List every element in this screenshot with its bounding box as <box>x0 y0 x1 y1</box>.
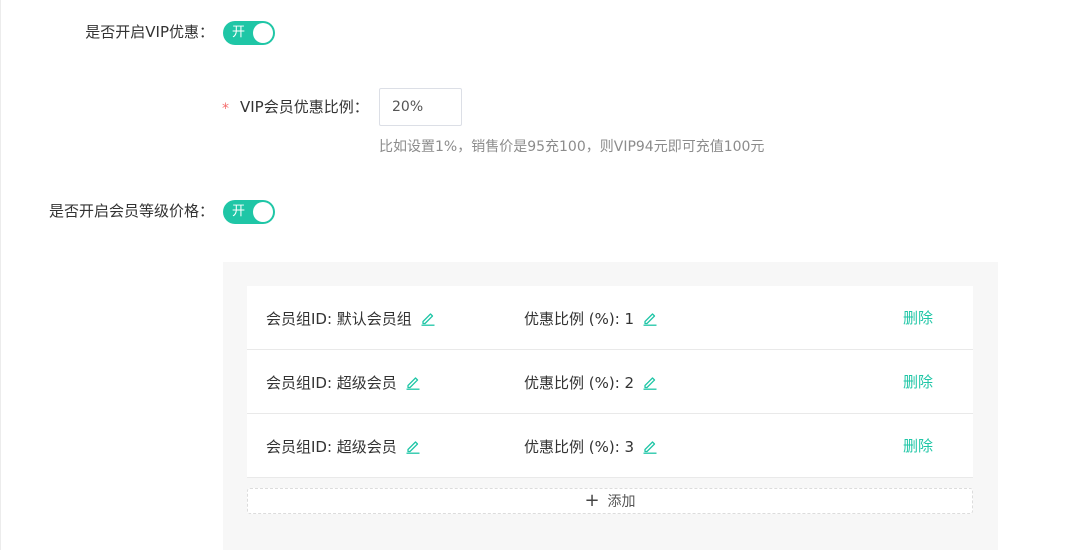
member-level-price-label: 是否开启会员等级价格： <box>48 202 214 220</box>
member-group-id-text: 会员组ID: 超级会员 <box>266 437 397 456</box>
member-group-id-cell: 会员组ID: 超级会员 <box>266 350 421 414</box>
edit-icon[interactable] <box>420 310 436 326</box>
table-row: 会员组ID: 默认会员组 优惠比例 (%): 1 删除 <box>247 286 973 350</box>
plus-icon: + <box>584 490 600 511</box>
page-edge <box>0 0 1 550</box>
vip-discount-label: 是否开启VIP优惠： <box>85 23 214 41</box>
member-group-list: 会员组ID: 默认会员组 优惠比例 (%): 1 删除 会员组ID: 超级会员 <box>247 286 973 478</box>
switch-text: 开 <box>232 25 246 40</box>
edit-icon[interactable] <box>405 438 421 454</box>
discount-ratio-cell: 优惠比例 (%): 3 <box>524 414 658 478</box>
required-mark: * <box>222 101 229 117</box>
add-member-group-button[interactable]: + 添加 <box>247 488 973 514</box>
discount-ratio-text: 优惠比例 (%): 2 <box>524 373 635 392</box>
vip-ratio-label: VIP会员优惠比例： <box>240 98 369 116</box>
vip-ratio-help-text: 比如设置1%，销售价是95充100，则VIP94元即可充值100元 <box>379 139 765 155</box>
member-group-id-text: 会员组ID: 默认会员组 <box>266 309 412 328</box>
table-row: 会员组ID: 超级会员 优惠比例 (%): 3 删除 <box>247 414 973 478</box>
switch-knob <box>253 23 273 43</box>
add-button-label: 添加 <box>607 494 636 510</box>
table-row: 会员组ID: 超级会员 优惠比例 (%): 2 删除 <box>247 350 973 414</box>
delete-button[interactable]: 删除 <box>903 286 933 350</box>
vip-discount-switch[interactable]: 开 <box>223 21 275 45</box>
discount-ratio-cell: 优惠比例 (%): 1 <box>524 286 658 350</box>
discount-ratio-cell: 优惠比例 (%): 2 <box>524 350 658 414</box>
edit-icon[interactable] <box>642 438 658 454</box>
delete-button[interactable]: 删除 <box>903 414 933 478</box>
delete-button[interactable]: 删除 <box>903 350 933 414</box>
discount-ratio-text: 优惠比例 (%): 1 <box>524 309 635 328</box>
switch-knob <box>253 202 273 222</box>
switch-text: 开 <box>232 204 246 219</box>
member-group-id-text: 会员组ID: 超级会员 <box>266 373 397 392</box>
member-group-id-cell: 会员组ID: 超级会员 <box>266 414 421 478</box>
edit-icon[interactable] <box>642 374 658 390</box>
discount-ratio-text: 优惠比例 (%): 3 <box>524 437 635 456</box>
edit-icon[interactable] <box>642 310 658 326</box>
member-level-price-switch[interactable]: 开 <box>223 200 275 224</box>
member-group-id-cell: 会员组ID: 默认会员组 <box>266 286 436 350</box>
vip-ratio-input[interactable] <box>379 88 462 126</box>
edit-icon[interactable] <box>405 374 421 390</box>
member-group-panel: 会员组ID: 默认会员组 优惠比例 (%): 1 删除 会员组ID: 超级会员 <box>223 262 998 550</box>
